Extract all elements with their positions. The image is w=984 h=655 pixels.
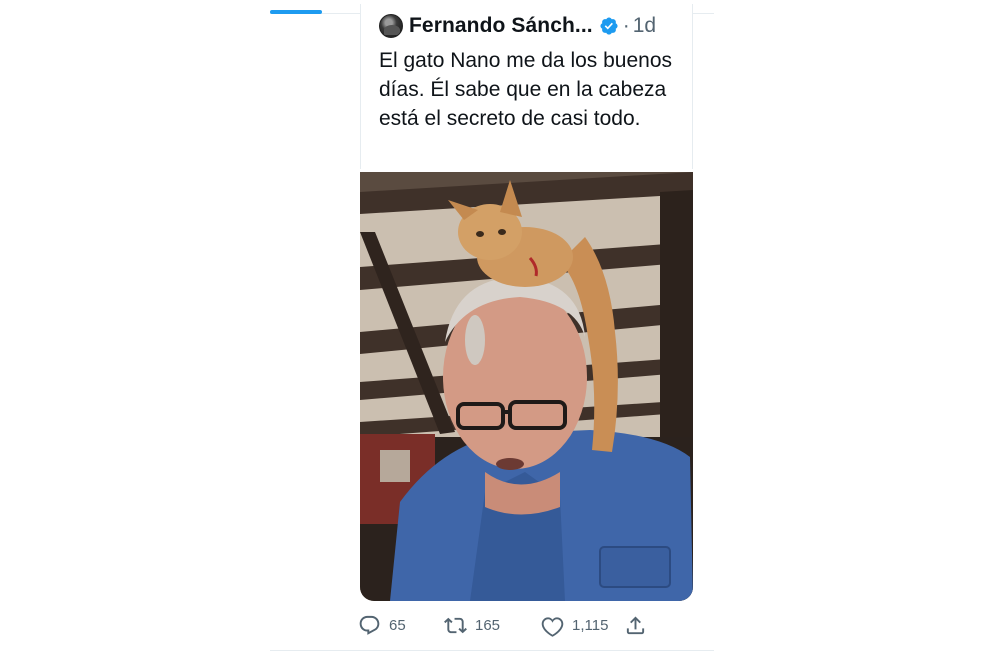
verified-badge-icon — [600, 17, 618, 35]
tweet-header: Fernando Sánch... · 1d — [379, 12, 656, 40]
active-tab-indicator — [270, 10, 322, 14]
reply-count: 65 — [389, 616, 406, 634]
reply-icon — [359, 615, 380, 635]
retweet-count: 165 — [475, 616, 501, 634]
author-name[interactable]: Fernando Sánch... — [409, 14, 593, 38]
like-button[interactable]: 1,115 — [541, 614, 624, 637]
share-button[interactable] — [624, 614, 647, 637]
heart-icon — [541, 616, 564, 637]
video-frame — [360, 172, 693, 601]
bottom-divider — [270, 650, 714, 651]
tweet-timestamp[interactable]: 1d — [633, 14, 656, 38]
author-avatar[interactable] — [379, 14, 403, 38]
tweet-text: El gato Nano me da los buenos días. Él s… — [379, 49, 673, 130]
retweet-button[interactable]: 165 — [444, 614, 541, 637]
share-icon — [626, 615, 645, 634]
reply-button[interactable]: 65 — [358, 614, 444, 637]
meta-separator: · — [622, 14, 630, 37]
tweet-video[interactable] — [360, 172, 693, 601]
retweet-icon — [444, 617, 467, 633]
tweet-actions: 65 165 1,115 — [358, 610, 647, 640]
like-count: 1,115 — [572, 616, 609, 634]
